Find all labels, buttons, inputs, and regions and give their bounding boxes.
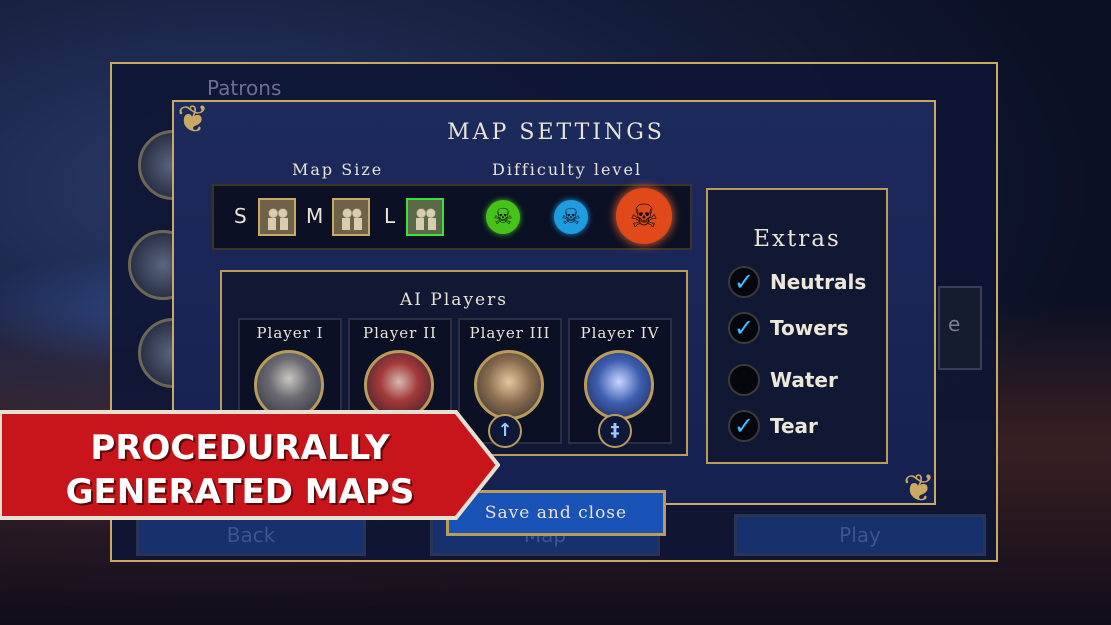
player-card[interactable]: Player IV ‡ bbox=[568, 318, 672, 448]
size-letter-m: M bbox=[306, 204, 324, 228]
ai-players-title: AI Players bbox=[400, 290, 508, 310]
map-size-medium-button[interactable] bbox=[332, 198, 370, 236]
difficulty-hard-skull-icon[interactable]: ☠ bbox=[616, 188, 672, 244]
player-portrait[interactable] bbox=[584, 350, 654, 420]
extra-neutrals-row[interactable]: ✓ Neutrals bbox=[728, 266, 878, 300]
extras-panel: Extras ✓ Neutrals ✓ Towers Water ✓ Tear bbox=[706, 188, 888, 464]
extra-tear-row[interactable]: ✓ Tear bbox=[728, 410, 878, 444]
extra-towers-row[interactable]: ✓ Towers bbox=[728, 312, 878, 346]
map-size-label: Map Size bbox=[292, 160, 384, 179]
play-button[interactable]: Play bbox=[734, 514, 986, 556]
patrons-label: Patrons bbox=[207, 76, 282, 100]
map-size-large-button[interactable] bbox=[406, 198, 444, 236]
extra-label: Towers bbox=[770, 316, 849, 340]
people-icon bbox=[340, 206, 364, 230]
banner-line-2: GENERATED MAPS bbox=[65, 472, 415, 512]
banner-line-1: PROCEDURALLY bbox=[90, 428, 390, 468]
options-bar: S M L ☠ ☠ ☠ bbox=[212, 184, 692, 250]
difficulty-label: Difficulty level bbox=[492, 160, 643, 179]
map-size-small-button[interactable] bbox=[258, 198, 296, 236]
player-name: Player IV bbox=[580, 324, 660, 342]
player-name: Player III bbox=[469, 324, 551, 342]
people-icon bbox=[266, 206, 290, 230]
extra-water-row[interactable]: Water bbox=[728, 364, 878, 398]
checkbox-unchecked-icon[interactable] bbox=[728, 364, 760, 396]
extras-title: Extras bbox=[753, 226, 841, 252]
difficulty-easy-skull-icon[interactable]: ☠ bbox=[486, 200, 520, 234]
extra-label: Water bbox=[770, 368, 838, 392]
corner-ornament-icon: ❦ bbox=[903, 466, 935, 510]
extra-label: Neutrals bbox=[770, 270, 867, 294]
dialog-title: MAP SETTINGS bbox=[447, 120, 665, 145]
difficulty-normal-skull-icon[interactable]: ☠ bbox=[554, 200, 588, 234]
extra-label: Tear bbox=[770, 414, 818, 438]
promo-banner: PROCEDURALLY GENERATED MAPS bbox=[0, 404, 500, 526]
size-letter-l: L bbox=[384, 204, 396, 228]
player-name: Player II bbox=[363, 324, 437, 342]
rank-double-arrow-icon: ‡ bbox=[598, 414, 632, 448]
checkbox-checked-icon[interactable]: ✓ bbox=[728, 410, 760, 442]
player-name: Player I bbox=[256, 324, 324, 342]
background-side-button: e bbox=[938, 286, 982, 370]
people-icon bbox=[414, 206, 438, 230]
checkbox-checked-icon[interactable]: ✓ bbox=[728, 266, 760, 298]
checkbox-checked-icon[interactable]: ✓ bbox=[728, 312, 760, 344]
size-letter-s: S bbox=[234, 204, 247, 228]
